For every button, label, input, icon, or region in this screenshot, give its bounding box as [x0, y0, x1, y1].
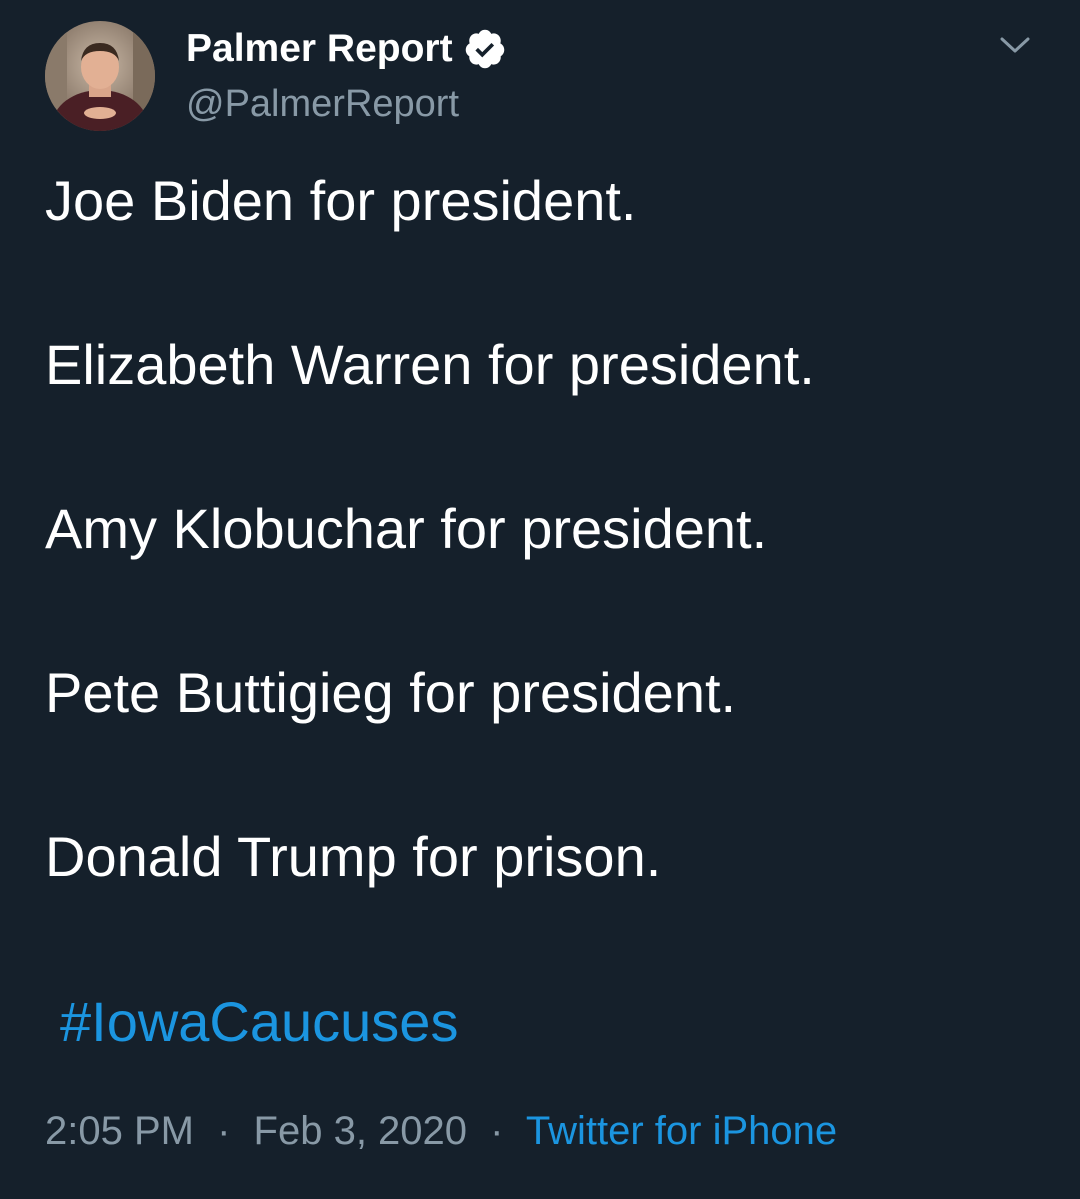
tweet: Palmer Report @PalmerReport Joe Biden fo… — [0, 0, 1080, 1199]
tweet-date[interactable]: Feb 3, 2020 — [254, 1109, 468, 1153]
chevron-down-icon[interactable] — [998, 30, 1032, 60]
user-handle[interactable]: @PalmerReport — [186, 80, 459, 128]
tweet-time[interactable]: 2:05 PM — [45, 1109, 194, 1153]
display-name[interactable]: Palmer Report — [186, 24, 453, 74]
line-break — [45, 734, 1035, 816]
name-row: Palmer Report — [186, 24, 507, 74]
tweet-line: Amy Klobuchar for president. — [45, 497, 768, 560]
tweet-line: Donald Trump for prison. — [45, 825, 662, 888]
line-break — [45, 242, 1035, 324]
tweet-line: Joe Biden for president. — [45, 169, 637, 232]
tweet-text: Joe Biden for president. Elizabeth Warre… — [45, 160, 1035, 898]
tweet-meta: 2:05 PM · Feb 3, 2020 · Twitter for iPho… — [45, 1104, 837, 1158]
hashtag-link[interactable]: #IowaCaucuses — [60, 982, 458, 1062]
verified-badge-icon — [463, 27, 507, 71]
avatar[interactable] — [45, 21, 155, 131]
tweet-line: Elizabeth Warren for president. — [45, 333, 815, 396]
meta-separator: · — [490, 1109, 504, 1153]
avatar-image — [45, 21, 155, 131]
line-break — [45, 570, 1035, 652]
tweet-source-link[interactable]: Twitter for iPhone — [526, 1109, 837, 1153]
line-break — [45, 406, 1035, 488]
tweet-line: Pete Buttigieg for president. — [45, 661, 737, 724]
meta-separator: · — [217, 1109, 231, 1153]
